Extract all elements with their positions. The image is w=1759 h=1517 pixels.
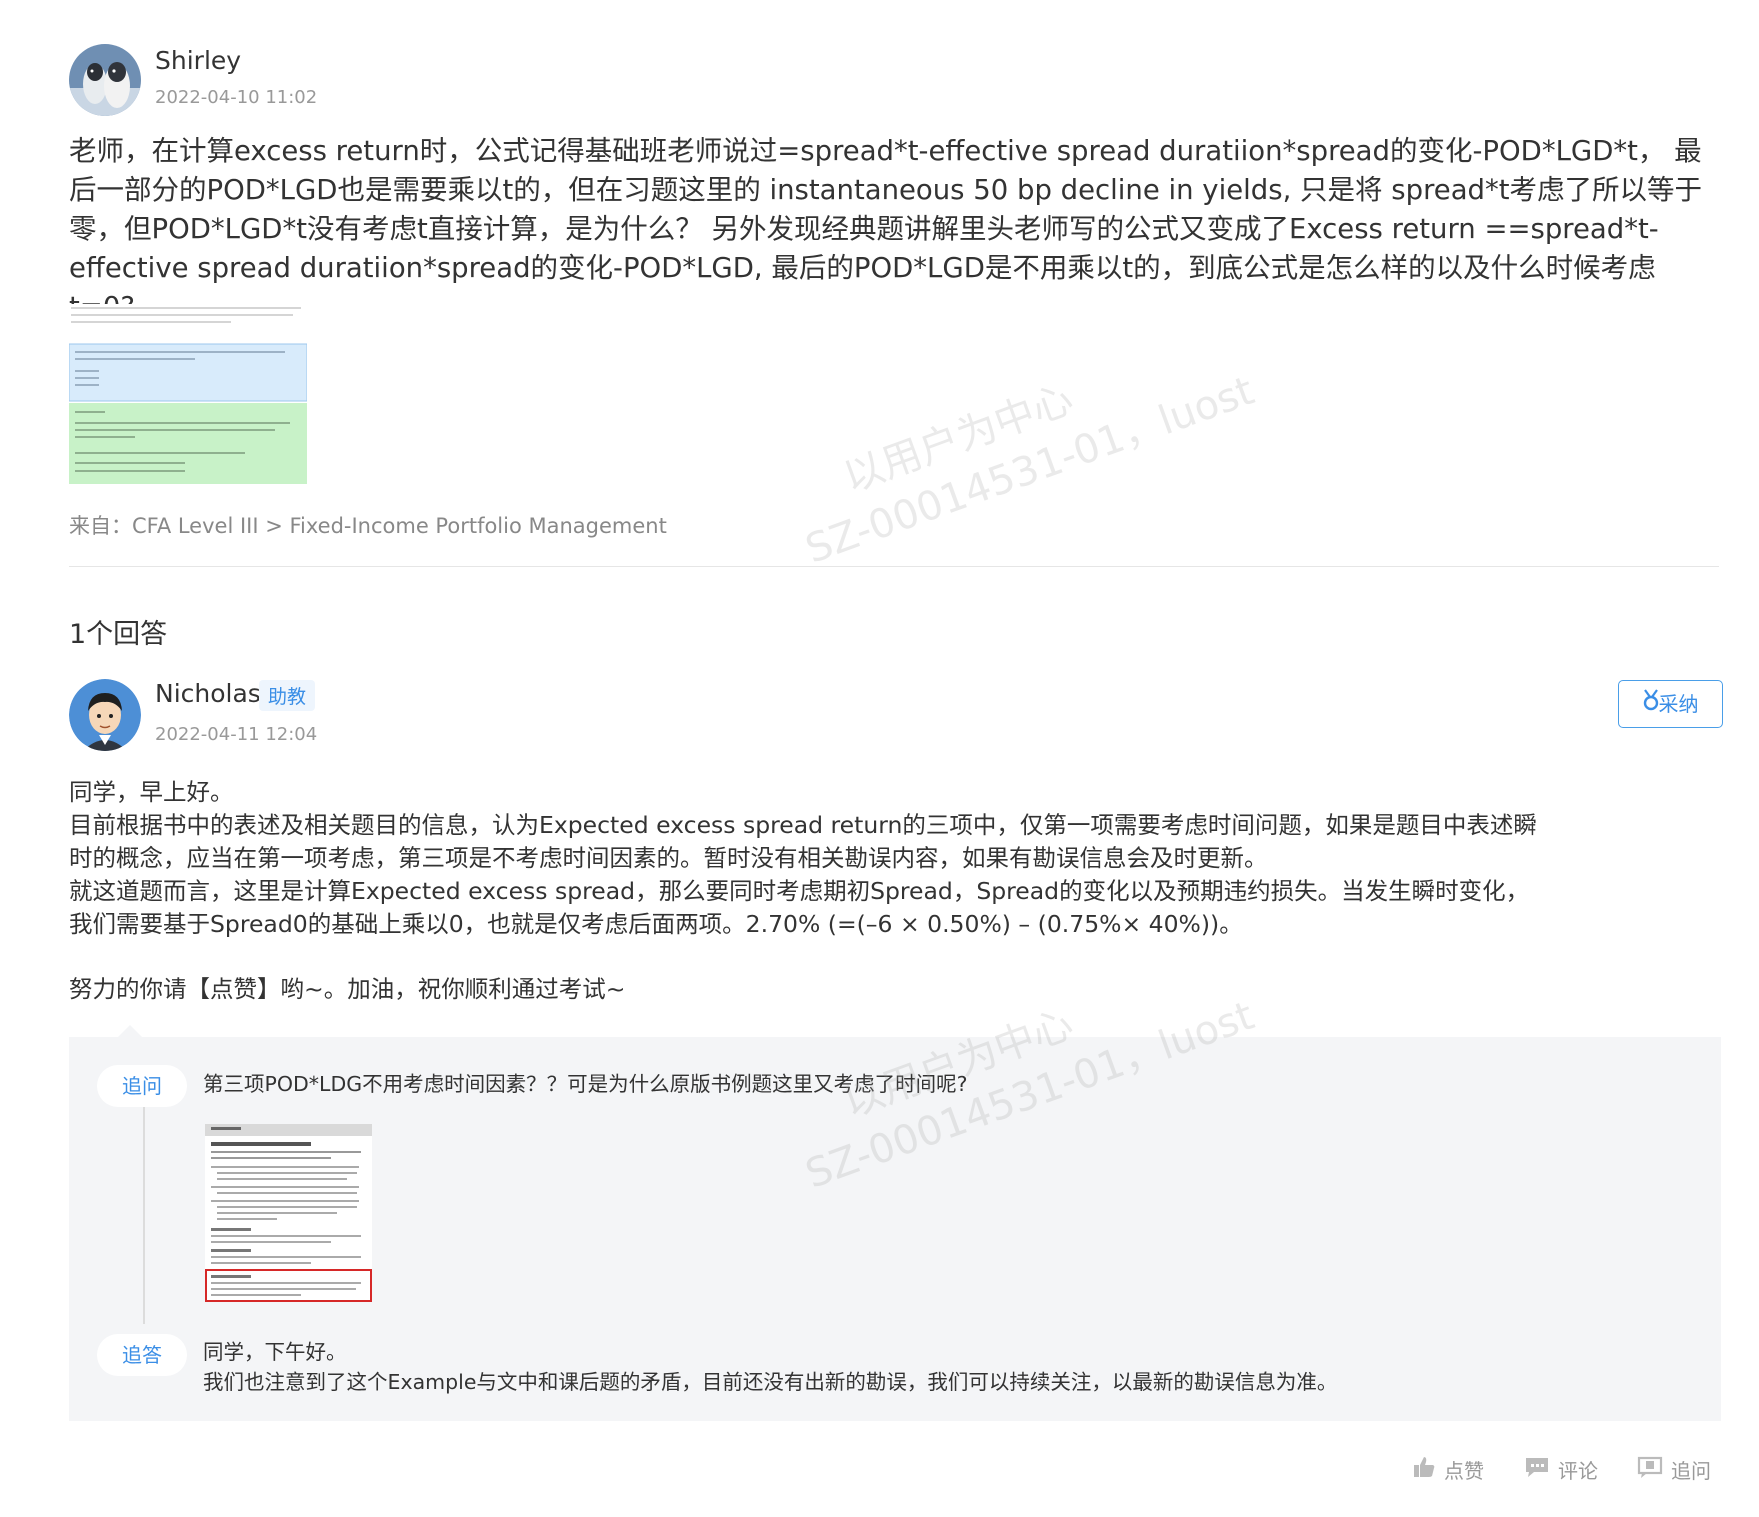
textbook-example-thumbnail (205, 1124, 372, 1302)
reply-tag: 追答 (97, 1334, 187, 1376)
answer-time: 2022-04-11 12:04 (155, 724, 318, 745)
penguin-avatar-image (69, 44, 141, 116)
answer-closing: 努力的你请【点赞】哟~。加油，祝你顺利通过考试~ (69, 975, 626, 1003)
comment-button[interactable]: 评论 (1524, 1455, 1598, 1484)
thumbs-up-icon (1412, 1455, 1436, 1484)
answer-paragraph: 就这道题而言，这里是计算Expected excess spread，那么要同时… (69, 877, 1530, 938)
cartoon-avatar-image (69, 679, 141, 751)
followup-tag: 追问 (97, 1065, 187, 1107)
question-screenshot-thumbnail (68, 304, 308, 484)
comment-label: 评论 (1558, 1459, 1598, 1483)
answer-body: 同学，早上好。 目前根据书中的表述及相关题目的信息，认为Expected exc… (69, 776, 1549, 1006)
followup-action-button[interactable]: 追问 (1637, 1455, 1711, 1484)
followup-attachment-image[interactable] (205, 1124, 372, 1302)
answers-count: 1个回答 (69, 619, 168, 650)
reply-greeting: 同学，下午好。 (203, 1340, 347, 1364)
accept-answer-button[interactable]: 采纳 (1618, 680, 1723, 728)
like-label: 点赞 (1444, 1459, 1484, 1483)
medal-icon (1643, 681, 1659, 727)
answer-author-name[interactable]: Nicholas (155, 679, 261, 708)
answer-paragraph: 目前根据书中的表述及相关题目的信息，认为Expected excess spre… (69, 811, 1537, 872)
chat-bubble-icon (1524, 1455, 1550, 1484)
thread-timeline (143, 1104, 145, 1324)
answer-greeting: 同学，早上好。 (69, 778, 234, 806)
question-author-name[interactable]: Shirley (155, 46, 241, 75)
like-button[interactable]: 点赞 (1412, 1455, 1484, 1484)
section-divider (69, 566, 1719, 567)
thread-pointer (118, 1025, 142, 1037)
question-time: 2022-04-10 11:02 (155, 87, 318, 108)
answer-author-avatar[interactable] (69, 679, 141, 751)
watermark: 以用户为中心 SZ-00014531-01，luost (780, 313, 1261, 576)
question-text: 老师，在计算excess return时，公式记得基础班老师说过=spread*… (69, 135, 1703, 323)
followup-action-label: 追问 (1671, 1459, 1711, 1483)
assistant-badge: 助教 (259, 680, 316, 711)
reply-body: 同学，下午好。 我们也注意到了这个Example与文中和课后题的矛盾，目前还没有… (203, 1337, 1703, 1397)
question-author-avatar[interactable] (69, 44, 141, 116)
question-attachment-image[interactable] (68, 304, 308, 484)
reply-text: 我们也注意到了这个Example与文中和课后题的矛盾，目前还没有出新的勘误，我们… (203, 1370, 1338, 1394)
accept-label: 采纳 (1658, 692, 1699, 716)
question-bubble-icon (1637, 1455, 1663, 1484)
question-source[interactable]: 来自：CFA Level III > Fixed-Income Portfoli… (69, 510, 667, 540)
